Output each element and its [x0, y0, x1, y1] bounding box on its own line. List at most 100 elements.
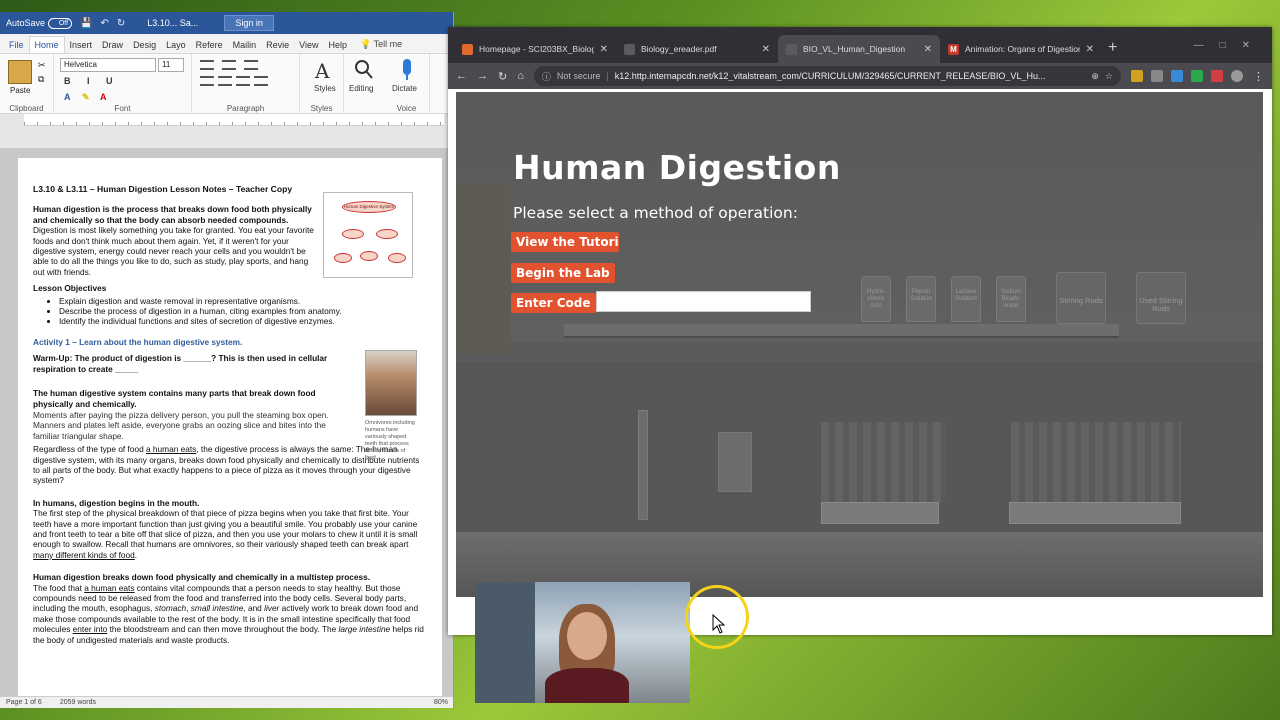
view-tutorial-button[interactable]: View the Tutorial — [511, 232, 619, 252]
close-tab-icon[interactable]: ✕ — [600, 44, 608, 55]
new-tab-button[interactable]: + — [1108, 39, 1117, 57]
document-area: L3.10 & L3.11 – Human Digestion Lesson N… — [0, 148, 453, 696]
autosave-switch[interactable]: Off — [48, 17, 73, 29]
zoom-icon[interactable]: ⊕ — [1091, 71, 1099, 82]
tab-help[interactable]: Help — [324, 37, 353, 53]
tab-insert[interactable]: Insert — [65, 37, 98, 53]
intro-text: Digestion is most likely something you t… — [33, 225, 314, 277]
bold-italic-underline-buttons[interactable]: B I U — [64, 76, 120, 86]
extension-icon[interactable] — [1171, 70, 1183, 82]
undo-icon[interactable]: ↶ — [100, 18, 108, 29]
browser-tab-active[interactable]: BIO_VL_Human_Digestion ✕ — [778, 35, 940, 63]
glossary-link[interactable]: a human eats — [146, 444, 196, 454]
tab-layout[interactable]: Layo — [161, 37, 191, 53]
document-page[interactable]: L3.10 & L3.11 – Human Digestion Lesson N… — [18, 158, 442, 696]
code-input[interactable] — [596, 291, 811, 312]
extension-icon[interactable] — [1151, 70, 1163, 82]
dictate-button[interactable]: Dictate — [392, 84, 417, 93]
font-name-select[interactable]: Helvetica — [60, 58, 156, 72]
para1-text: Moments after paying the pizza delivery … — [33, 409, 329, 441]
window-controls[interactable]: —□✕ — [1194, 40, 1266, 51]
not-secure-label[interactable]: Not secure — [557, 71, 601, 81]
profile-avatar[interactable] — [1231, 70, 1243, 82]
home-icon[interactable]: ⌂ — [517, 70, 524, 82]
close-tab-icon[interactable]: ✕ — [762, 44, 770, 55]
editing-group: Editing — [344, 54, 384, 114]
numbering-icon[interactable] — [222, 60, 236, 70]
glossary-link[interactable]: many different kinds of food — [33, 550, 135, 560]
align-right-icon[interactable] — [236, 76, 250, 86]
cut-icon[interactable]: ✂ — [38, 60, 46, 71]
editing-search-icon[interactable] — [353, 58, 375, 82]
tell-me-search[interactable]: 💡 Tell me — [356, 36, 406, 53]
test-tube-rack — [821, 422, 946, 502]
lab-subtitle: Please select a method of operation: — [513, 204, 798, 222]
reload-icon[interactable]: ↻ — [498, 70, 507, 83]
styles-icon[interactable]: A — [312, 58, 334, 83]
bottle-hydrochloric-acid: Hydro-chloric Acid — [861, 276, 891, 322]
save-icon[interactable]: 💾 — [80, 18, 92, 29]
styles-group: A Styles Styles — [300, 54, 344, 114]
zoom-level[interactable]: 80% — [434, 699, 448, 706]
url-text[interactable]: k12.http.internapcdn.net/k12_vitalstream… — [615, 71, 1086, 81]
redo-icon[interactable]: ↻ — [117, 18, 125, 29]
forward-icon[interactable]: → — [477, 70, 488, 82]
paste-icon[interactable] — [8, 60, 32, 84]
ribbon-tabs: File Home Insert Draw Desig Layo Refere … — [0, 34, 453, 54]
browser-tab[interactable]: Biology_ereader.pdf ✕ — [616, 35, 778, 63]
bullets-icon[interactable] — [200, 60, 214, 70]
editing-button[interactable]: Editing — [349, 84, 373, 93]
text-effects-icon[interactable]: A — [64, 92, 71, 102]
menu-kebab-icon[interactable]: ⋮ — [1253, 70, 1264, 83]
autosave-toggle[interactable]: AutoSave Off — [6, 17, 73, 29]
justify-icon[interactable] — [254, 76, 268, 86]
close-tab-icon[interactable]: ✕ — [1086, 44, 1094, 55]
glossary-link[interactable]: a human eats — [84, 583, 134, 593]
browser-tab-strip: Homepage - SCI203BX_Biology ✕ Biology_er… — [448, 27, 1272, 63]
extension-icon[interactable] — [1191, 70, 1203, 82]
bottle-pepsin: Pepsin Solution — [906, 276, 936, 322]
begin-lab-button[interactable]: Begin the Lab — [511, 263, 615, 283]
microphone-icon[interactable] — [396, 58, 418, 82]
extension-icon[interactable] — [1211, 70, 1223, 82]
para4: The food that a human eats contains vita… — [33, 582, 424, 645]
align-left-icon[interactable] — [200, 76, 214, 86]
align-center-icon[interactable] — [218, 76, 232, 86]
page-count[interactable]: Page 1 of 6 — [6, 699, 42, 706]
tab-draw[interactable]: Draw — [97, 37, 128, 53]
tab-review[interactable]: Revie — [261, 37, 294, 53]
tab-home[interactable]: Home — [28, 36, 65, 53]
copy-icon[interactable]: ⧉ — [38, 74, 44, 85]
objective-item: Identify the individual functions and si… — [59, 316, 427, 326]
mouse-cursor-icon — [712, 614, 726, 634]
enter-code-button[interactable]: Enter Code — [511, 293, 596, 313]
glossary-link[interactable]: enter into — [73, 624, 108, 634]
tab-references[interactable]: Refere — [191, 37, 228, 53]
tab-view[interactable]: View — [294, 37, 323, 53]
styles-button[interactable]: Styles — [314, 84, 336, 93]
font-size-select[interactable]: 11 — [158, 58, 184, 72]
info-icon[interactable]: ⓘ — [542, 70, 551, 83]
address-bar[interactable]: ⓘ Not secure | k12.http.internapcdn.net/… — [533, 66, 1121, 86]
font-color-icon[interactable]: A — [100, 92, 107, 102]
browser-tab[interactable]: Homepage - SCI203BX_Biology ✕ — [454, 35, 616, 63]
back-icon[interactable]: ← — [456, 70, 467, 82]
omnivore-photo[interactable] — [365, 350, 417, 416]
browser-tab[interactable]: M Animation: Organs of Digestion ✕ — [940, 35, 1102, 63]
digestive-system-figure[interactable]: Human Digestive System — [323, 192, 413, 278]
tab-file[interactable]: File — [4, 37, 29, 53]
word-count[interactable]: 2059 words — [60, 699, 96, 706]
browser-window: Homepage - SCI203BX_Biology ✕ Biology_er… — [448, 27, 1272, 635]
webcam-overlay — [475, 582, 690, 703]
tab-design[interactable]: Desig — [128, 37, 161, 53]
indent-icon[interactable] — [244, 60, 258, 70]
close-tab-icon[interactable]: ✕ — [924, 44, 932, 55]
sign-in-button[interactable]: Sign in — [224, 15, 274, 31]
extension-icon[interactable] — [1131, 70, 1143, 82]
paste-button[interactable]: Paste — [10, 86, 30, 95]
tab-mailings[interactable]: Mailin — [228, 37, 262, 53]
highlight-icon[interactable]: ✎ — [82, 92, 90, 103]
ribbon: Paste ✂ ⧉ Clipboard Helvetica 11 B I U A… — [0, 54, 453, 114]
bookmark-star-icon[interactable]: ☆ — [1105, 71, 1113, 82]
graduated-cylinder — [638, 410, 648, 520]
